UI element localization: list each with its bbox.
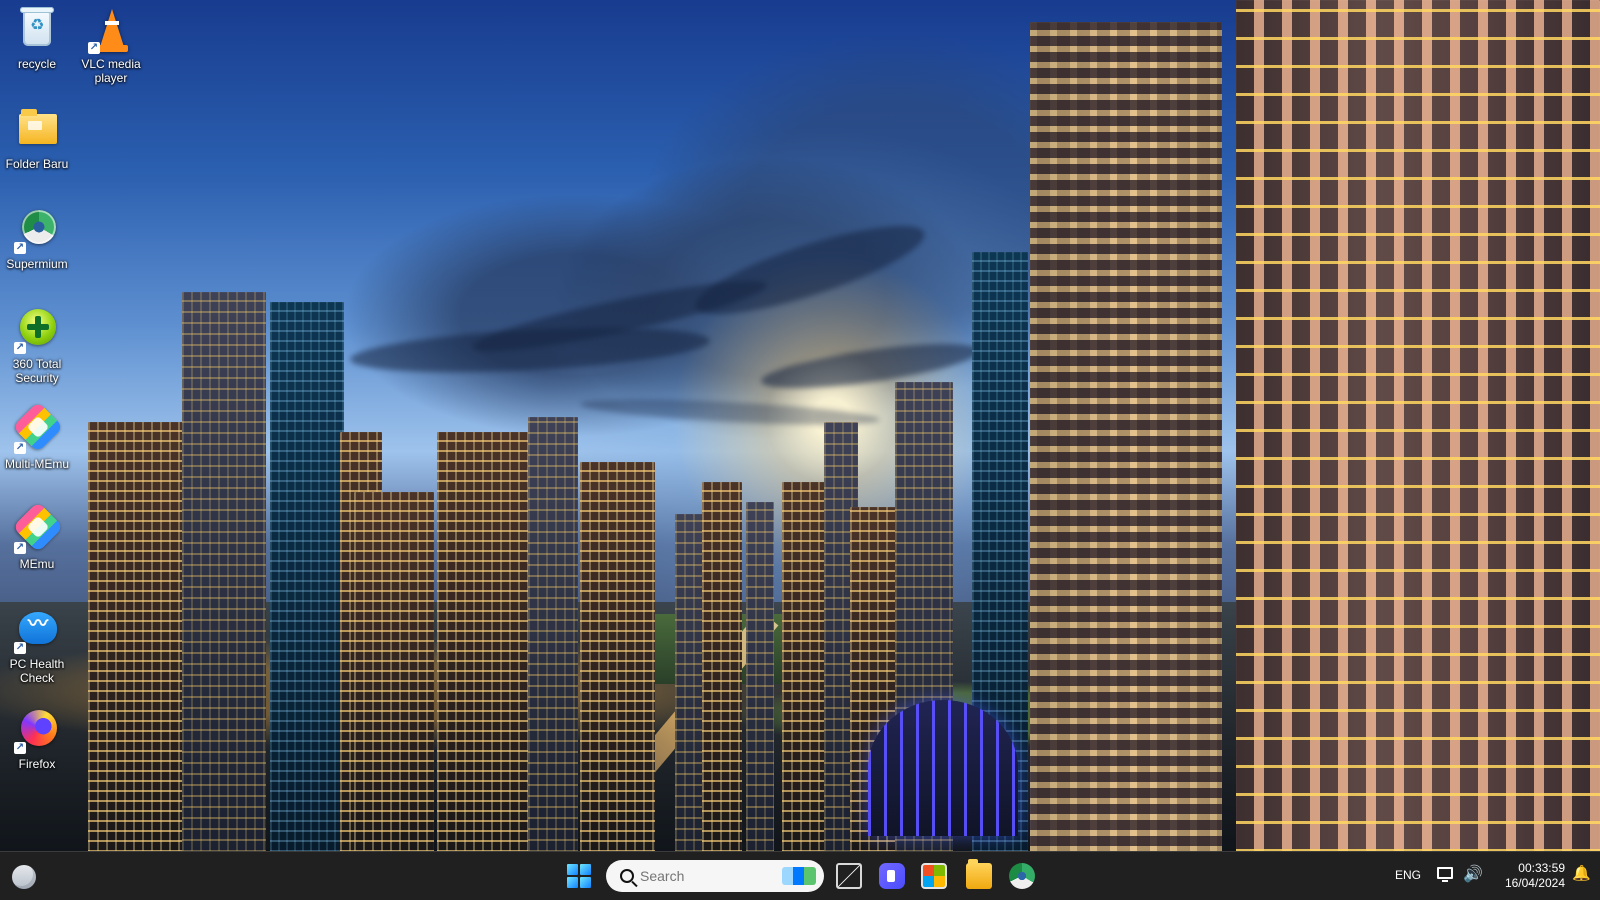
- desktop-icon-firefox[interactable]: ↗ Firefox: [0, 705, 74, 783]
- memu-icon: ↗: [12, 501, 64, 554]
- video-call-icon[interactable]: [879, 863, 905, 889]
- desktop-icon-recycle[interactable]: recycle: [0, 5, 74, 83]
- taskbar: ENG 🔊 00:33:59 16/04/2024 🔔: [0, 851, 1600, 900]
- desktop-icon-label: MEmu: [19, 557, 55, 571]
- windows-start-icon[interactable]: [567, 864, 591, 888]
- background-building: [746, 502, 774, 852]
- network-icon[interactable]: [1437, 867, 1453, 882]
- shortcut-arrow-icon: ↗: [14, 542, 26, 554]
- store-icon[interactable]: [921, 863, 947, 889]
- desktop-icon-label: Folder Baru: [5, 157, 69, 171]
- search-highlight-icon: [782, 867, 816, 885]
- desktop-icon-label: VLC media player: [81, 57, 141, 85]
- weather-icon[interactable]: [12, 865, 36, 889]
- shortcut-arrow-icon: ↗: [14, 342, 26, 354]
- desktop-icon-label: recycle: [17, 57, 56, 71]
- city-wallpaper: [0, 0, 1600, 852]
- volume-icon[interactable]: 🔊: [1463, 866, 1483, 884]
- desktop-icon-label: Supermium: [6, 257, 68, 271]
- background-building: [702, 482, 742, 852]
- desktop-icon-label: Multi-MEmu: [4, 457, 69, 471]
- cloud-shape: [579, 394, 881, 430]
- middle-tower: [1030, 22, 1222, 852]
- desktop-icon-memu[interactable]: ↗ MEmu: [0, 501, 74, 583]
- cloud-shape: [349, 320, 711, 380]
- clock-time: 00:33:59: [1518, 861, 1565, 875]
- background-building: [675, 514, 709, 852]
- desktop-icon-vlc-media-player[interactable]: ↗ VLC media player: [74, 5, 148, 85]
- shortcut-arrow-icon: ↗: [14, 442, 26, 454]
- desktop-icon-label: 360 Total Security: [12, 357, 62, 385]
- language-indicator[interactable]: ENG: [1395, 868, 1421, 882]
- background-building: [824, 422, 858, 852]
- shortcut-arrow-icon: ↗: [14, 242, 26, 254]
- file-explorer-icon[interactable]: [966, 859, 992, 889]
- background-building: [850, 507, 910, 852]
- desktop-icon-supermium[interactable]: ↗ Supermium: [0, 205, 74, 283]
- multi-memu-icon: ↗: [12, 401, 64, 454]
- background-building: [340, 432, 382, 852]
- right-tower: [1236, 0, 1600, 852]
- search-input[interactable]: [640, 861, 760, 891]
- supermium-icon: ↗: [13, 205, 61, 254]
- glass-building: [972, 252, 1028, 852]
- blue-lit-dome: [868, 700, 1018, 836]
- background-building: [528, 417, 578, 852]
- shortcut-arrow-icon: ↗: [88, 42, 100, 54]
- background-building: [895, 382, 953, 852]
- health-check-icon: ↗: [13, 605, 61, 654]
- recycle-bin-icon: [13, 5, 61, 53]
- desktop-icon-multi-memu[interactable]: ↗ Multi-MEmu: [0, 401, 74, 483]
- desktop-icon-360-total-security[interactable]: ↗ 360 Total Security: [0, 305, 74, 385]
- security-icon: ↗: [13, 305, 61, 354]
- desktop-icon-label: PC Health Check: [9, 657, 65, 685]
- background-building: [270, 302, 344, 852]
- background-building: [782, 482, 830, 852]
- desktop[interactable]: recycle ↗ VLC media player Folder Baru ↗…: [0, 0, 1600, 852]
- background-building: [580, 462, 655, 852]
- background-building: [354, 492, 434, 852]
- search-icon: [620, 869, 634, 883]
- cloud-shape: [758, 334, 982, 398]
- task-view-icon[interactable]: [836, 863, 862, 889]
- shortcut-arrow-icon: ↗: [14, 642, 26, 654]
- browser-icon[interactable]: [1009, 863, 1035, 889]
- green-field: [591, 614, 905, 684]
- city-ground: [0, 602, 1600, 852]
- vlc-icon: ↗: [87, 5, 135, 54]
- search-box[interactable]: [606, 860, 824, 892]
- system-clock[interactable]: 00:33:59 16/04/2024: [1493, 861, 1565, 891]
- shortcut-arrow-icon: ↗: [14, 742, 26, 754]
- background-building: [437, 432, 549, 852]
- folder-icon: [13, 105, 61, 153]
- firefox-icon: ↗: [13, 705, 61, 754]
- desktop-icons: recycle ↗ VLC media player Folder Baru ↗…: [0, 0, 150, 820]
- cloud-shape: [688, 209, 932, 331]
- cloud-shape: [469, 269, 771, 363]
- desktop-icon-label: Firefox: [18, 757, 56, 771]
- desktop-icon-folder-baru[interactable]: Folder Baru: [0, 105, 74, 183]
- city-road: [592, 610, 779, 825]
- notification-bell-icon[interactable]: 🔔: [1572, 866, 1591, 882]
- desktop-icon-pc-health-check[interactable]: ↗ PC Health Check: [0, 605, 74, 685]
- background-building: [182, 292, 266, 852]
- clock-date: 16/04/2024: [1504, 876, 1565, 890]
